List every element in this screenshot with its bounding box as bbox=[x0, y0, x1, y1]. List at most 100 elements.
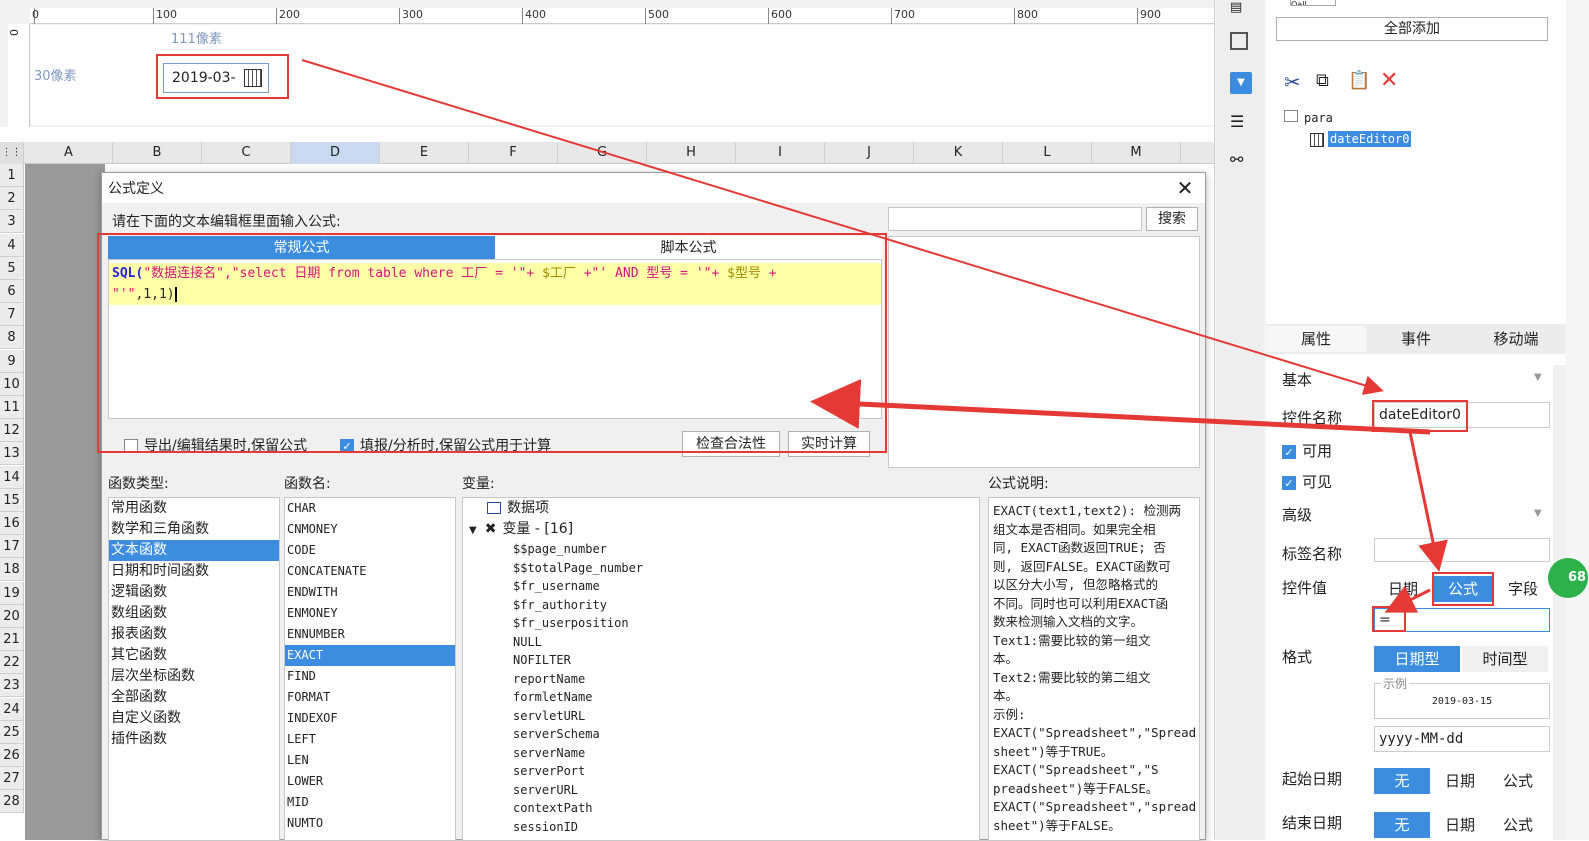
row-header-cell[interactable]: 11 bbox=[0, 396, 24, 419]
row-header-cell[interactable]: 5 bbox=[0, 256, 24, 280]
column-header-cell[interactable]: A bbox=[25, 142, 113, 164]
fn-name-item[interactable]: ENDWITH bbox=[285, 582, 455, 603]
fn-type-item[interactable]: 插件函数 bbox=[109, 729, 279, 750]
search-input[interactable] bbox=[888, 207, 1142, 231]
row-header-cell[interactable]: 13 bbox=[0, 442, 24, 466]
fn-type-item[interactable]: 报表函数 bbox=[109, 624, 279, 645]
search-results[interactable] bbox=[888, 236, 1200, 468]
variable-item[interactable]: serverName bbox=[463, 744, 979, 763]
fn-type-item[interactable]: 全部函数 bbox=[109, 687, 279, 708]
column-header-cell[interactable]: E bbox=[380, 142, 469, 164]
column-header-cell[interactable]: K bbox=[914, 142, 1003, 164]
row-header-cell[interactable]: 4 bbox=[0, 233, 24, 257]
tree-item-variables[interactable]: ▼ ✖ 变量 - [16] bbox=[463, 519, 979, 540]
column-header-cell[interactable]: G bbox=[558, 142, 647, 164]
column-header-cell[interactable]: I bbox=[736, 142, 825, 164]
column-header-cell[interactable]: D bbox=[291, 142, 380, 164]
variable-item[interactable]: $fr_userposition bbox=[463, 614, 979, 633]
paste-icon[interactable]: 📋 bbox=[1348, 70, 1370, 91]
variable-item[interactable]: $$page_number bbox=[463, 540, 979, 559]
variable-item[interactable]: NULL bbox=[463, 633, 979, 652]
link-icon[interactable]: ⚯ bbox=[1230, 150, 1252, 172]
variable-item[interactable]: $fr_authority bbox=[463, 596, 979, 615]
row-header-cell[interactable]: 17 bbox=[0, 535, 24, 559]
column-header-cell[interactable]: H bbox=[647, 142, 736, 164]
variable-item[interactable]: serverURL bbox=[463, 781, 979, 800]
row-header-cell[interactable]: 8 bbox=[0, 326, 24, 350]
tab-events[interactable]: 事件 bbox=[1366, 326, 1466, 352]
close-icon[interactable]: ✕ bbox=[1172, 175, 1198, 201]
row-header-cell[interactable]: 15 bbox=[0, 488, 24, 512]
tree-item-data[interactable]: 数据项 bbox=[463, 498, 979, 519]
fn-name-item[interactable]: CHAR bbox=[285, 498, 455, 519]
enabled-checkbox[interactable]: ✓ 可用 bbox=[1282, 440, 1332, 461]
fn-type-item[interactable]: 其它函数 bbox=[109, 645, 279, 666]
row-header-cell[interactable]: 6 bbox=[0, 280, 24, 303]
fn-name-item[interactable]: LEFT bbox=[285, 729, 455, 750]
delete-icon[interactable]: ✕ bbox=[1380, 68, 1398, 93]
column-header-cell[interactable]: J bbox=[825, 142, 914, 164]
row-header-cell[interactable]: 21 bbox=[0, 628, 24, 651]
variable-item[interactable]: $fr_username bbox=[463, 577, 979, 596]
list-icon[interactable]: ☰ bbox=[1230, 112, 1252, 134]
format-date[interactable]: 日期型 bbox=[1374, 646, 1460, 672]
row-header-cell[interactable]: 9 bbox=[0, 349, 24, 373]
tree-root[interactable]: para bbox=[1284, 110, 1333, 125]
fn-name-item[interactable]: LOWER bbox=[285, 771, 455, 792]
fn-type-item[interactable]: 文本函数 bbox=[109, 540, 279, 561]
fn-name-item[interactable]: FIND bbox=[285, 666, 455, 687]
row-header-cell[interactable]: 16 bbox=[0, 512, 24, 535]
row-header-cell[interactable]: 22 bbox=[0, 651, 24, 675]
section-advanced[interactable]: 高级 bbox=[1282, 504, 1312, 525]
row-header-cell[interactable]: 14 bbox=[0, 465, 24, 489]
cut-icon[interactable]: ✂ bbox=[1284, 70, 1301, 94]
fn-type-item[interactable]: 自定义函数 bbox=[109, 708, 279, 729]
fn-name-list[interactable]: CHAR CNMONEY CODE CONCATENATE ENDWITH ENMONEY… bbox=[284, 497, 456, 841]
start-date[interactable]: 日期 bbox=[1432, 768, 1488, 794]
row-header-cell[interactable]: 12 bbox=[0, 419, 24, 443]
frame-icon[interactable] bbox=[1230, 32, 1248, 50]
column-header-cell[interactable]: M bbox=[1092, 142, 1181, 164]
fn-name-item[interactable]: MID bbox=[285, 792, 455, 813]
format-time[interactable]: 时间型 bbox=[1462, 646, 1548, 672]
row-header-cell[interactable]: 2 bbox=[0, 187, 24, 211]
search-button[interactable]: 搜索 bbox=[1146, 207, 1198, 231]
format-input[interactable]: yyyy-MM-dd bbox=[1374, 726, 1550, 752]
copy-icon[interactable]: ⧉ bbox=[1316, 70, 1329, 91]
column-header-cell[interactable]: B bbox=[113, 142, 202, 164]
fn-name-item[interactable]: ENNUMBER bbox=[285, 624, 455, 645]
visible-checkbox[interactable]: ✓ 可见 bbox=[1282, 471, 1332, 492]
scrollbar[interactable] bbox=[1553, 365, 1566, 840]
fn-type-item[interactable]: 数学和三角函数 bbox=[109, 519, 279, 540]
fn-name-item[interactable]: LEN bbox=[285, 750, 455, 771]
end-none[interactable]: 无 bbox=[1374, 812, 1430, 838]
add-all-button[interactable]: 全部添加 bbox=[1276, 17, 1548, 41]
fn-type-list[interactable]: 常用函数 数学和三角函数 文本函数 日期和时间函数 逻辑函数 数组函数 报表函数 其它函数 层次… bbox=[108, 497, 280, 841]
fn-name-item[interactable]: ENMONEY bbox=[285, 603, 455, 624]
row-header-cell[interactable]: 24 bbox=[0, 697, 24, 721]
floating-badge[interactable]: 68 bbox=[1548, 558, 1588, 598]
column-header-cell[interactable]: L bbox=[1003, 142, 1092, 164]
row-header-cell[interactable]: 7 bbox=[0, 303, 24, 327]
fn-name-item[interactable]: FORMAT bbox=[285, 687, 455, 708]
start-formula[interactable]: 公式 bbox=[1490, 768, 1546, 794]
tag-name-input[interactable] bbox=[1374, 538, 1550, 562]
fn-name-item[interactable]: CODE bbox=[285, 540, 455, 561]
variable-item[interactable]: servletURL bbox=[463, 707, 979, 726]
partial-button[interactable]: Qall bbox=[1290, 0, 1336, 6]
section-basic[interactable]: 基本 bbox=[1282, 369, 1312, 390]
fn-type-item[interactable]: 常用函数 bbox=[109, 498, 279, 519]
row-header-cell[interactable]: 23 bbox=[0, 674, 24, 698]
select-all-corner[interactable]: ⋮⋮ bbox=[0, 142, 24, 164]
row-header-cell[interactable]: 10 bbox=[0, 372, 24, 396]
row-header-cell[interactable]: 28 bbox=[0, 790, 24, 814]
end-date[interactable]: 日期 bbox=[1432, 812, 1488, 838]
row-header-cell[interactable]: 19 bbox=[0, 581, 24, 605]
checkbox-checked-icon[interactable]: ✓ bbox=[1282, 444, 1296, 459]
variable-tree[interactable]: 数据项 ▼ ✖ 变量 - [16] $$page_number $$totalPage… bbox=[462, 497, 980, 841]
row-header-cell[interactable]: 26 bbox=[0, 744, 24, 767]
variable-item[interactable]: NOFILTER bbox=[463, 651, 979, 670]
row-header-cell[interactable]: 3 bbox=[0, 210, 24, 234]
variable-item[interactable]: serverPort bbox=[463, 762, 979, 781]
fn-type-item[interactable]: 层次坐标函数 bbox=[109, 666, 279, 687]
